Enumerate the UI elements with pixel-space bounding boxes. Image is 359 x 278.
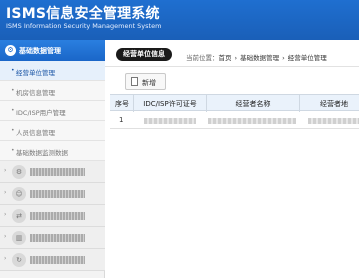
sidebar-group-collapsed[interactable]: › ☺ (0, 183, 105, 205)
breadcrumb-bar: 经营单位信息 当前位置：首页 › 基础数据管理 › 经营单位管理 (105, 40, 359, 67)
sidebar-group-collapsed[interactable]: › ⇄ (0, 205, 105, 227)
chevron-right-icon: › (4, 167, 7, 174)
sidebar-item-label: 基础数据监测数据 (16, 149, 68, 157)
sidebar-item-monitoring-data[interactable]: • 基础数据监测数据 (0, 141, 105, 161)
table-row[interactable]: 1 (110, 111, 359, 129)
sidebar-item-label: 机房信息管理 (16, 89, 55, 97)
breadcrumb-prefix: 当前位置： (186, 54, 219, 62)
sidebar-item-business-unit[interactable]: • 经营单位管理 (0, 61, 105, 81)
chevron-right-icon: › (4, 255, 7, 262)
column-header-operator-address: 经营者地 (320, 100, 348, 108)
chevron-right-icon: › (4, 211, 7, 218)
redacted-label (30, 190, 85, 198)
redacted-label (30, 256, 85, 264)
app-subtitle: ISMS Information Security Management Sys… (6, 22, 162, 30)
redacted-operator-address (308, 118, 359, 124)
column-header-index: 序号 (115, 100, 129, 108)
bullet-icon: • (11, 147, 15, 154)
breadcrumb-item-current: 经营单位管理 (287, 54, 327, 62)
sidebar-item-personnel[interactable]: • 人员信息管理 (0, 121, 105, 141)
redacted-license (144, 118, 196, 124)
add-button[interactable]: 新增 (125, 73, 166, 90)
table-header: 序号 IDC/ISP许可证号 经营者名称 经营者地 (110, 94, 359, 112)
sidebar-item-machine-room[interactable]: • 机房信息管理 (0, 81, 105, 101)
redacted-operator-name (208, 118, 296, 124)
refresh-icon: ↻ (12, 253, 26, 267)
toolbar: 新增 (105, 67, 359, 94)
sidebar-item-label: IDC/ISP用户管理 (16, 109, 66, 117)
page-title-badge: 经营单位信息 (116, 48, 172, 61)
sidebar: ⚙ 基础数据管理 • 经营单位管理 • 机房信息管理 • IDC/ISP用户管理… (0, 40, 105, 278)
redacted-label (30, 234, 85, 242)
sidebar-group-collapsed[interactable]: › ↻ (0, 249, 105, 271)
sidebar-group-collapsed[interactable]: › ▥ (0, 227, 105, 249)
breadcrumb-separator: › (282, 54, 285, 62)
bullet-icon: • (11, 127, 15, 134)
app-title: ISMS信息安全管理系统 (6, 6, 160, 22)
gear-icon: ⚙ (5, 45, 16, 56)
breadcrumb-item-home[interactable]: 首页 (219, 54, 232, 62)
chevron-right-icon: › (4, 233, 7, 240)
bullet-icon: • (11, 87, 15, 94)
breadcrumb-item-basic-data[interactable]: 基础数据管理 (240, 54, 279, 62)
bullet-icon: • (11, 67, 15, 74)
column-header-license: IDC/ISP许可证号 (143, 100, 197, 108)
shuffle-icon: ⇄ (12, 209, 26, 223)
chevron-right-icon: › (4, 189, 7, 196)
sidebar-group-label: 基础数据管理 (19, 47, 61, 55)
redacted-label (30, 212, 85, 220)
sidebar-item-label: 人员信息管理 (16, 129, 55, 137)
sidebar-item-idc-isp-users[interactable]: • IDC/ISP用户管理 (0, 101, 105, 121)
new-document-icon (131, 77, 138, 86)
column-header-operator-name: 经营者名称 (235, 100, 271, 108)
chart-icon: ▥ (12, 231, 26, 245)
breadcrumb: 当前位置：首页 › 基础数据管理 › 经营单位管理 (186, 52, 327, 62)
add-button-label: 新增 (142, 79, 156, 87)
user-icon: ☺ (12, 187, 26, 201)
sidebar-group-collapsed[interactable]: › ⚙ (0, 161, 105, 183)
app-header: ISMS信息安全管理系统 ISMS Information Security M… (0, 0, 359, 40)
sidebar-group-basic-data[interactable]: ⚙ 基础数据管理 (0, 40, 105, 61)
breadcrumb-separator: › (234, 54, 238, 62)
row-index: 1 (119, 116, 124, 124)
gear-icon: ⚙ (12, 165, 26, 179)
sidebar-item-label: 经营单位管理 (16, 69, 55, 77)
redacted-label (30, 168, 85, 176)
bullet-icon: • (11, 107, 15, 114)
